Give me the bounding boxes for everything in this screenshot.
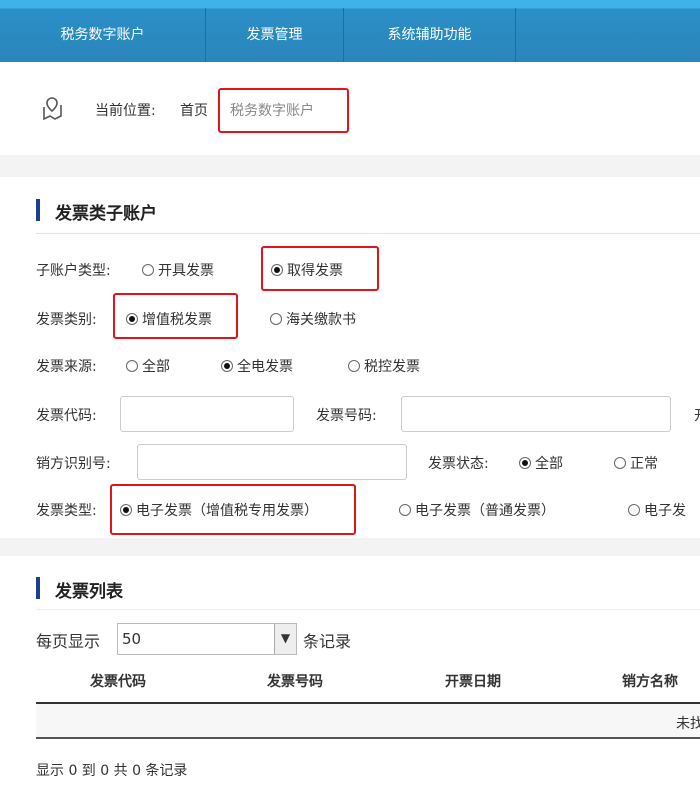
column-header-number[interactable]: 发票号码	[267, 671, 323, 691]
column-header-date[interactable]: 开票日期	[445, 671, 501, 691]
divider	[36, 233, 700, 234]
truncated-label: 开	[694, 405, 700, 425]
account-type-label: 子账户类型:	[36, 263, 111, 279]
source-label: 发票来源:	[36, 359, 97, 375]
highlight-box	[261, 246, 379, 291]
section-marker	[36, 577, 40, 599]
page-size-value: 50	[122, 630, 142, 648]
radio-issue-invoice[interactable]: 开具发票	[142, 260, 214, 280]
seller-id-input[interactable]	[137, 444, 407, 480]
radio-source-all[interactable]: 全部	[126, 356, 170, 376]
highlight-box	[218, 88, 349, 133]
invoice-number-label: 发票号码:	[316, 408, 377, 424]
status-label: 发票状态:	[428, 456, 489, 472]
page-size-select[interactable]: 50 ▼	[117, 623, 297, 655]
top-nav: 税务数字账户 发票管理 系统辅助功能	[0, 0, 700, 62]
category-label: 发票类别:	[36, 312, 97, 328]
type-label: 发票类型:	[36, 503, 97, 519]
radio-customs-payment[interactable]: 海关缴款书	[270, 309, 356, 329]
nav-tax-digital-account[interactable]: 税务数字账户	[0, 8, 206, 62]
page-size-prefix: 每页显示	[36, 632, 101, 651]
highlight-box	[113, 293, 238, 339]
table-empty-row: 未找	[36, 702, 700, 739]
pagination-info: 显示 0 到 0 共 0 条记录	[36, 763, 188, 779]
list-section-title: 发票列表	[55, 582, 123, 602]
separator	[0, 155, 700, 177]
nav-invoice-management[interactable]: 发票管理	[206, 8, 344, 62]
nav-system-functions[interactable]: 系统辅助功能	[344, 8, 516, 62]
radio-source-tax-control[interactable]: 税控发票	[348, 356, 420, 376]
breadcrumb-label: 当前位置:	[95, 103, 156, 119]
divider	[36, 609, 700, 610]
column-header-seller[interactable]: 销方名称	[622, 671, 678, 691]
invoice-code-label: 发票代码:	[36, 408, 97, 424]
highlight-box	[110, 484, 356, 535]
radio-source-full-electronic[interactable]: 全电发票	[221, 356, 293, 376]
section-marker	[36, 199, 40, 221]
invoice-code-input[interactable]	[120, 396, 294, 432]
column-header-code[interactable]: 发票代码	[90, 671, 146, 691]
chevron-down-icon[interactable]: ▼	[274, 624, 296, 654]
radio-electronic-general[interactable]: 电子发票（普通发票）	[399, 500, 555, 520]
breadcrumb-home[interactable]: 首页	[180, 100, 208, 120]
empty-text: 未找	[676, 716, 700, 732]
radio-electronic-other[interactable]: 电子发	[628, 500, 686, 520]
page-size-suffix: 条记录	[303, 632, 352, 651]
separator	[0, 538, 700, 556]
radio-status-all[interactable]: 全部	[519, 453, 563, 473]
invoice-number-input[interactable]	[401, 396, 671, 432]
seller-id-label: 销方识别号:	[36, 456, 111, 472]
radio-status-normal[interactable]: 正常	[614, 453, 658, 473]
location-map-icon	[43, 97, 62, 121]
filter-section-title: 发票类子账户	[55, 204, 157, 224]
